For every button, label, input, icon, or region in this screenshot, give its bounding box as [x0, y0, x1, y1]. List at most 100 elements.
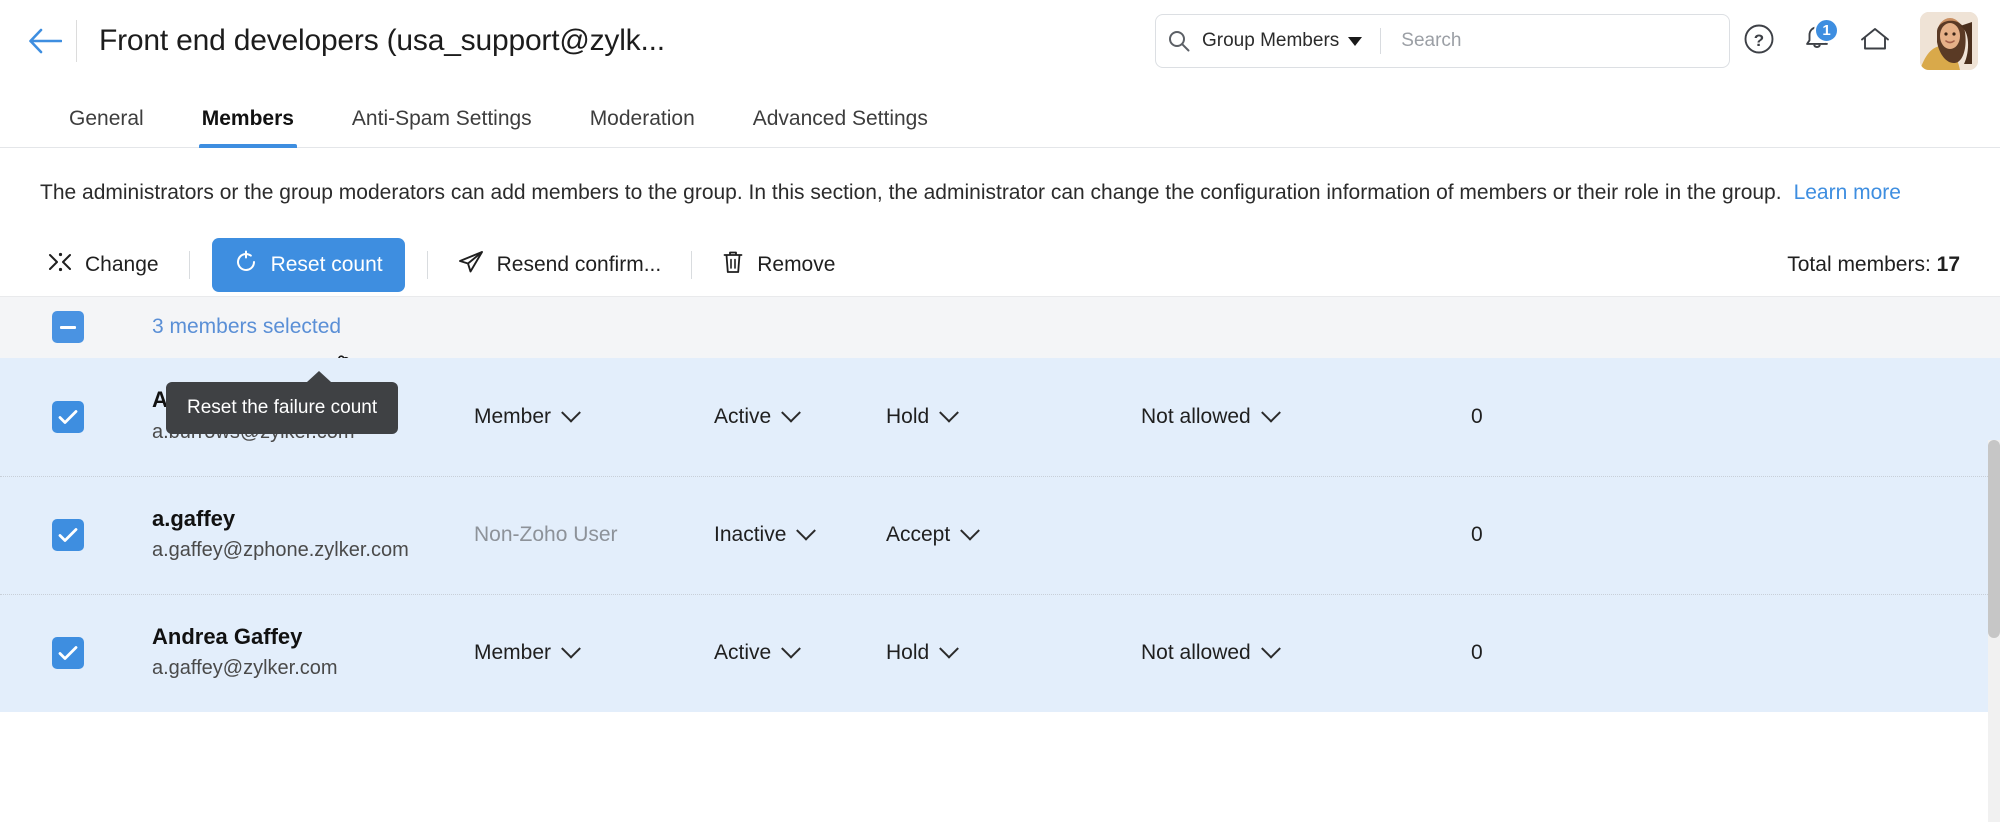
chevron-down-icon	[1348, 36, 1363, 46]
selection-count-label: 3 members selected	[152, 315, 342, 339]
resend-confirmation-label: Resend confirm...	[496, 252, 662, 276]
action-toolbar: Change Reset count Resend confirm... Rem…	[0, 208, 2000, 296]
chevron-down-icon	[1260, 639, 1281, 659]
status-dropdown[interactable]: Active	[714, 639, 886, 665]
remove-label: Remove	[757, 252, 836, 276]
learn-more-link[interactable]: Learn more	[1794, 181, 1901, 204]
search-input[interactable]	[1401, 15, 1729, 67]
tab-bar: General Members Anti-Spam Settings Moder…	[0, 82, 2000, 148]
status-dropdown[interactable]: Inactive	[714, 521, 886, 547]
header-icon-group: ? 1	[1730, 12, 1978, 70]
moderation-dropdown[interactable]: Not allowed	[1141, 402, 1471, 429]
question-circle-icon: ?	[1743, 23, 1775, 60]
mode-value: Hold	[886, 404, 930, 428]
status-value: Active	[714, 641, 772, 665]
status-dropdown[interactable]: Active	[714, 402, 886, 429]
member-identity: Andrea Gaffey a.gaffey@zylker.com	[84, 623, 474, 685]
mode-dropdown[interactable]: Accept	[886, 521, 1141, 547]
role-dropdown[interactable]: Member	[474, 402, 714, 429]
role-value: Member	[474, 641, 552, 665]
mode-value: Hold	[886, 641, 930, 665]
row-checkbox[interactable]	[52, 637, 84, 670]
chevron-down-icon	[796, 521, 817, 541]
top-header: Front end developers (usa_support@zylk..…	[0, 0, 2000, 82]
status-value: Inactive	[714, 523, 787, 547]
reset-count-button[interactable]: Reset count	[211, 237, 405, 292]
row-checkbox[interactable]	[52, 400, 84, 433]
toolbar-divider-3	[691, 250, 693, 279]
header-divider	[76, 20, 77, 62]
chevron-down-icon	[561, 639, 581, 659]
check-icon	[58, 646, 78, 661]
search-icon	[1156, 29, 1202, 53]
member-email: a.gaffey@zylker.com	[152, 657, 338, 680]
resend-confirmation-button[interactable]: Resend confirm...	[450, 239, 670, 291]
chevron-down-icon	[939, 402, 960, 423]
tab-anti-spam-settings[interactable]: Anti-Spam Settings	[323, 107, 561, 147]
table-row[interactable]: a.gaffey a.gaffey@zphone.zylker.com Non-…	[0, 475, 2000, 594]
search-bar[interactable]: Group Members	[1155, 14, 1730, 68]
tab-moderation[interactable]: Moderation	[561, 107, 724, 147]
svg-text:?: ?	[1754, 31, 1764, 50]
chevron-down-icon	[960, 521, 981, 541]
member-name: Andrea Gaffey	[152, 623, 303, 649]
moderation-value: Not allowed	[1141, 641, 1251, 665]
role-label: Non-Zoho User	[474, 523, 714, 547]
member-name: a.gaffey	[152, 505, 236, 531]
table-row[interactable]: Andrea Gaffey a.gaffey@zylker.com Member…	[0, 593, 2000, 712]
selection-bar: 3 members selected	[0, 295, 2000, 358]
tooltip: Reset the failure count	[166, 371, 399, 434]
toolbar-divider-1	[188, 250, 190, 279]
check-icon	[58, 409, 78, 424]
change-button[interactable]: Change	[40, 240, 167, 290]
check-icon	[58, 528, 78, 543]
row-checkbox[interactable]	[52, 519, 84, 552]
tab-general[interactable]: General	[40, 107, 173, 147]
home-button[interactable]	[1846, 12, 1904, 70]
search-scope-divider	[1380, 28, 1382, 54]
description-text: The administrators or the group moderato…	[40, 181, 1782, 204]
total-members-value: 17	[1936, 252, 1960, 276]
minus-icon	[60, 325, 76, 329]
vertical-scrollbar-thumb[interactable]	[1988, 440, 2000, 638]
change-label: Change	[85, 252, 159, 276]
remove-button[interactable]: Remove	[714, 239, 843, 291]
chevron-down-icon	[1260, 402, 1281, 423]
reset-count-label: Reset count	[270, 252, 383, 276]
notification-badge: 1	[1814, 18, 1839, 43]
shuffle-icon	[48, 251, 72, 279]
moderation-value: Not allowed	[1141, 404, 1251, 428]
trash-icon	[722, 250, 744, 280]
tab-members[interactable]: Members	[173, 107, 323, 148]
role-value: Non-Zoho User	[474, 523, 618, 547]
role-dropdown[interactable]: Member	[474, 639, 714, 665]
notifications-button[interactable]: 1	[1788, 12, 1846, 70]
mode-dropdown[interactable]: Hold	[886, 639, 1141, 665]
failure-count: 0	[1471, 523, 1483, 547]
tab-advanced-settings[interactable]: Advanced Settings	[724, 107, 957, 147]
chevron-down-icon	[561, 402, 581, 423]
role-value: Member	[474, 404, 552, 428]
paper-plane-icon	[458, 250, 484, 280]
chevron-down-icon	[781, 639, 802, 659]
back-button[interactable]	[18, 14, 72, 68]
home-icon	[1858, 23, 1892, 60]
arrow-left-icon	[28, 28, 62, 54]
total-members-label: Total members:	[1787, 252, 1931, 276]
chevron-down-icon	[781, 402, 802, 423]
mode-dropdown[interactable]: Hold	[886, 402, 1141, 429]
search-scope-selector[interactable]: Group Members	[1202, 30, 1363, 52]
avatar[interactable]	[1920, 12, 1978, 70]
failure-count: 0	[1471, 404, 1483, 428]
refresh-icon	[234, 250, 258, 280]
toolbar-divider-2	[426, 250, 428, 279]
select-all-checkbox[interactable]	[52, 311, 84, 344]
chevron-down-icon	[939, 639, 960, 659]
moderation-dropdown[interactable]: Not allowed	[1141, 639, 1471, 665]
member-email: a.gaffey@zphone.zylker.com	[152, 539, 409, 562]
failure-count: 0	[1471, 641, 1483, 665]
member-identity: a.gaffey a.gaffey@zphone.zylker.com	[84, 505, 474, 567]
total-members: Total members: 17	[1787, 253, 1960, 277]
status-value: Active	[714, 404, 772, 428]
help-button[interactable]: ?	[1730, 12, 1788, 70]
